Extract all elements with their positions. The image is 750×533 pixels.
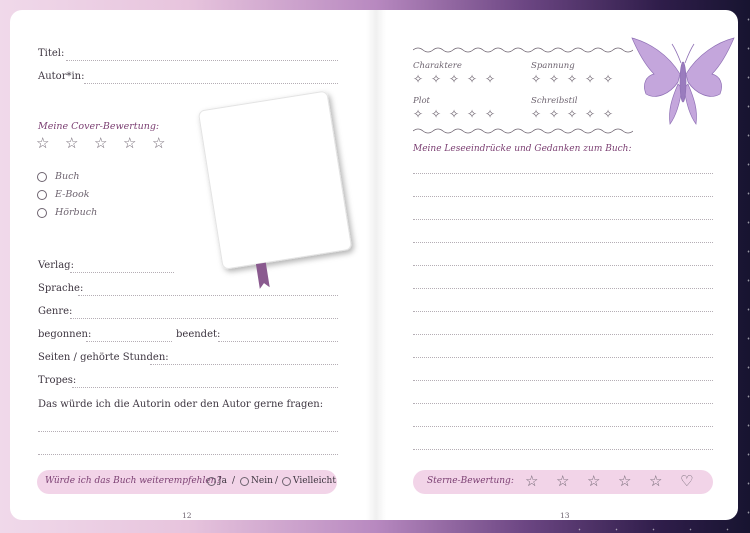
small-star-icon[interactable]: ✧	[449, 73, 459, 85]
started-line[interactable]	[86, 341, 172, 342]
star-icon[interactable]: ☆	[556, 474, 569, 489]
small-star-icon[interactable]: ✧	[413, 108, 423, 120]
cover-star-icon[interactable]: ☆	[152, 136, 165, 151]
book-gutter	[366, 10, 386, 520]
recommend-radio-vielleicht[interactable]	[282, 477, 291, 486]
recommend-label-ja: Ja	[218, 476, 227, 486]
author-question-label: Das würde ich die Autorin oder den Autor…	[38, 399, 324, 410]
category-spannung: Spannung	[531, 61, 575, 71]
star-icon[interactable]: ☆	[525, 474, 538, 489]
cover-star-icon[interactable]: ☆	[36, 136, 49, 151]
small-star-icon[interactable]: ✧	[603, 73, 613, 85]
cover-star-icon[interactable]: ☆	[65, 136, 78, 151]
title-label: Titel:	[38, 48, 65, 59]
wave-divider-top	[413, 47, 633, 53]
book-cover-illustration	[198, 91, 352, 289]
category-charaktere: Charaktere	[413, 61, 462, 71]
star-rating-bar: Sterne-Bewertung: ☆ ☆ ☆ ☆ ☆ ♡	[413, 470, 713, 494]
started-label: begonnen:	[38, 329, 92, 340]
finished-line[interactable]	[218, 341, 338, 342]
note-line[interactable]	[413, 173, 713, 174]
author-label: Autor*in:	[38, 71, 85, 82]
recommend-bar: Würde ich das Buch weiterempfehlen? Ja /…	[37, 470, 337, 494]
note-line[interactable]	[413, 288, 713, 289]
note-line[interactable]	[413, 334, 713, 335]
right-page: Charaktere Spannung ✧ ✧ ✧ ✧ ✧ ✧ ✧ ✧ ✧ ✧ …	[376, 10, 738, 520]
format-label-hoerbuch: Hörbuch	[55, 207, 98, 218]
note-line[interactable]	[413, 265, 713, 266]
category-schreibstil: Schreibstil	[531, 96, 578, 106]
note-line[interactable]	[413, 242, 713, 243]
note-line[interactable]	[413, 311, 713, 312]
publisher-line[interactable]	[70, 272, 174, 273]
format-radio-buch[interactable]	[37, 172, 47, 182]
page-number: 13	[560, 511, 570, 520]
small-star-icon[interactable]: ✧	[549, 73, 559, 85]
small-star-icon[interactable]: ✧	[531, 108, 541, 120]
small-star-icon[interactable]: ✧	[531, 73, 541, 85]
small-star-icon[interactable]: ✧	[449, 108, 459, 120]
star-icon[interactable]: ☆	[587, 474, 600, 489]
heart-icon[interactable]: ♡	[680, 474, 693, 489]
language-line[interactable]	[78, 295, 338, 296]
small-star-icon[interactable]: ✧	[567, 108, 577, 120]
format-radio-ebook[interactable]	[37, 190, 47, 200]
note-line[interactable]	[413, 380, 713, 381]
title-line[interactable]	[66, 60, 338, 61]
category-plot: Plot	[413, 96, 430, 106]
small-star-icon[interactable]: ✧	[585, 108, 595, 120]
question-line[interactable]	[38, 454, 338, 455]
note-line[interactable]	[413, 357, 713, 358]
pages-label: Seiten / gehörte Stunden:	[38, 352, 169, 363]
recommend-label-nein: Nein	[251, 476, 273, 486]
small-star-icon[interactable]: ✧	[485, 108, 495, 120]
note-line[interactable]	[413, 196, 713, 197]
note-line[interactable]	[413, 219, 713, 220]
small-star-icon[interactable]: ✧	[413, 73, 423, 85]
cover-star-icon[interactable]: ☆	[123, 136, 136, 151]
recommend-radio-nein[interactable]	[240, 477, 249, 486]
small-star-icon[interactable]: ✧	[485, 73, 495, 85]
format-label-buch: Buch	[55, 171, 80, 182]
small-star-icon[interactable]: ✧	[585, 73, 595, 85]
recommend-radio-ja[interactable]	[207, 477, 216, 486]
small-star-icon[interactable]: ✧	[467, 108, 477, 120]
cover-rating-label: Meine Cover-Bewertung:	[38, 121, 160, 132]
left-page: Titel: Autor*in: Meine Cover-Bewertung: …	[10, 10, 376, 520]
butterfly-icon	[631, 37, 735, 125]
star-icon[interactable]: ☆	[649, 474, 662, 489]
publisher-label: Verlag:	[38, 260, 74, 271]
thoughts-label: Meine Leseeindrücke und Gedanken zum Buc…	[413, 144, 632, 154]
tropes-line[interactable]	[72, 387, 338, 388]
small-star-icon[interactable]: ✧	[431, 108, 441, 120]
note-line[interactable]	[413, 426, 713, 427]
small-star-icon[interactable]: ✧	[431, 73, 441, 85]
note-line[interactable]	[413, 403, 713, 404]
finished-label: beendet:	[176, 329, 221, 340]
wave-divider-bottom	[413, 128, 633, 134]
format-radio-hoerbuch[interactable]	[37, 208, 47, 218]
cover-star-icon[interactable]: ☆	[94, 136, 107, 151]
format-label-ebook: E-Book	[55, 189, 90, 200]
star-icon[interactable]: ☆	[618, 474, 631, 489]
note-line[interactable]	[413, 449, 713, 450]
language-label: Sprache:	[38, 283, 84, 294]
small-star-icon[interactable]: ✧	[567, 73, 577, 85]
small-star-icon[interactable]: ✧	[603, 108, 613, 120]
genre-label: Genre:	[38, 306, 73, 317]
recommend-question: Würde ich das Buch weiterempfehlen?	[45, 476, 222, 486]
small-star-icon[interactable]: ✧	[549, 108, 559, 120]
question-line[interactable]	[38, 431, 338, 432]
separator: /	[232, 476, 236, 486]
small-star-icon[interactable]: ✧	[467, 73, 477, 85]
pages-line[interactable]	[150, 364, 338, 365]
separator: /	[275, 476, 279, 486]
tropes-label: Tropes:	[38, 375, 77, 386]
recommend-label-vielleicht: Vielleicht	[293, 476, 336, 486]
genre-line[interactable]	[70, 318, 338, 319]
star-rating-label: Sterne-Bewertung:	[427, 476, 514, 486]
page-number: 12	[182, 511, 192, 520]
